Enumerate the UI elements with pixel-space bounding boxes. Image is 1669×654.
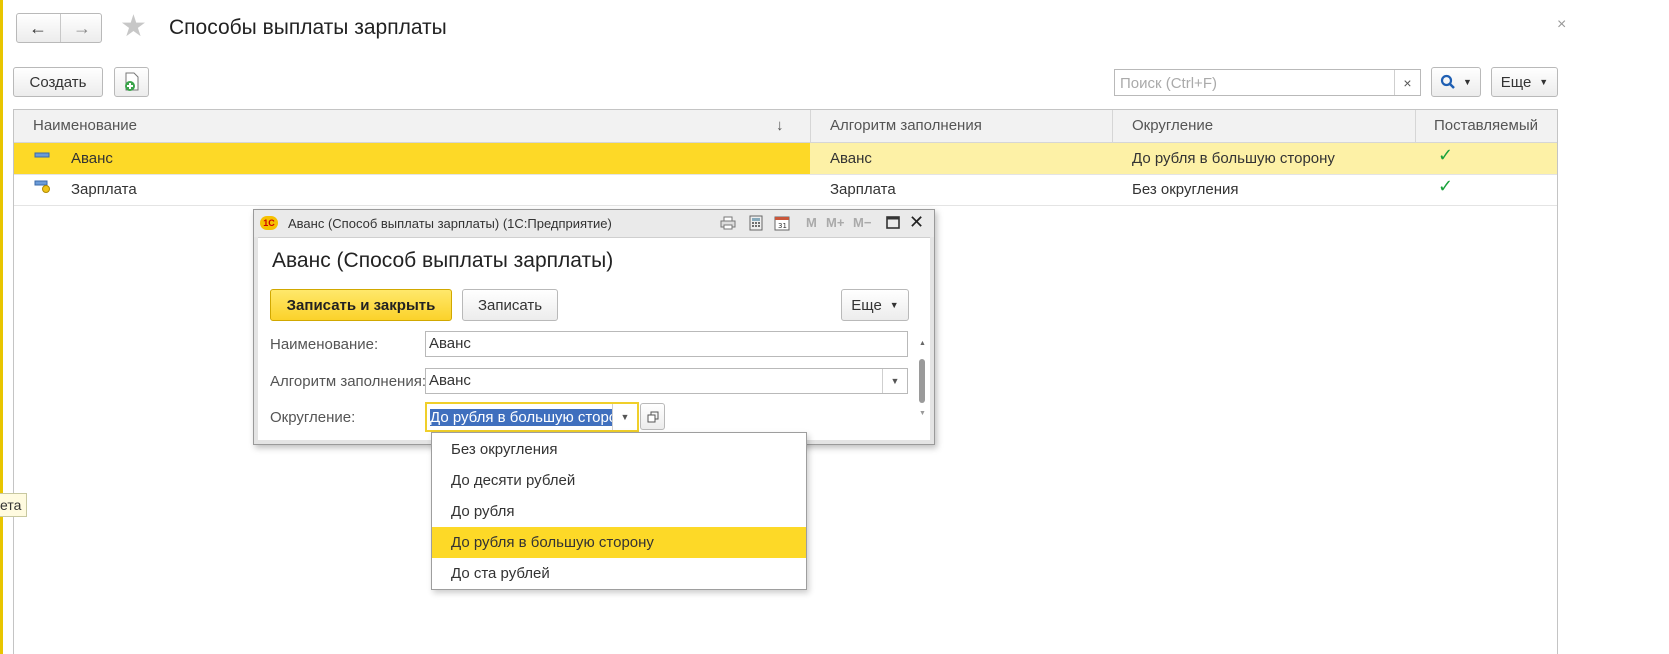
back-button[interactable]: ←	[17, 14, 59, 42]
item-predefined-icon	[34, 174, 52, 205]
arrow-right-icon: →	[73, 17, 91, 38]
algorithm-value: Аванс	[429, 372, 471, 389]
list-item-highlighted[interactable]: До рубля в большую сторону	[432, 527, 806, 558]
calendar-icon[interactable]: 31	[774, 215, 790, 234]
list-item[interactable]: Без округления	[432, 434, 806, 465]
column-header-rounding[interactable]: Округление	[1132, 110, 1213, 142]
tooltip: ета	[0, 493, 28, 517]
scroll-thumb[interactable]	[919, 359, 925, 403]
save-button[interactable]: Записать	[462, 289, 558, 321]
maximize-icon[interactable]	[886, 216, 900, 232]
search-clear-button[interactable]: ×	[1394, 70, 1420, 95]
column-header-name[interactable]: Наименование	[33, 110, 137, 142]
more-label: Еще	[1500, 73, 1532, 91]
dialog-window-title: Аванс (Способ выплаты зарплаты) (1С:Пред…	[288, 216, 612, 231]
chevron-down-icon: ▼	[1463, 77, 1472, 87]
search-field: ×	[1114, 69, 1421, 96]
algorithm-select[interactable]: Аванс ▼	[425, 368, 908, 394]
rounding-dropdown-list: Без округления До десяти рублей До рубля…	[431, 432, 807, 590]
cell-algorithm: Зарплата	[830, 181, 896, 198]
add-copy-button[interactable]	[114, 67, 149, 97]
app-logo: 1С	[260, 216, 278, 230]
open-window-icon	[647, 411, 658, 422]
column-header-algorithm[interactable]: Алгоритм заполнения	[830, 110, 982, 142]
table-row[interactable]: Зарплата Зарплата Без округления ✓	[14, 174, 1557, 206]
search-button[interactable]: ▼	[1431, 67, 1481, 97]
dialog-titlebar: 1С Аванс (Способ выплаты зарплаты) (1С:П…	[254, 210, 934, 238]
forward-button[interactable]: →	[61, 14, 103, 42]
column-divider	[1415, 110, 1416, 142]
column-header-supplied[interactable]: Поставляемый	[1434, 110, 1538, 142]
chevron-down-icon: ▼	[889, 300, 899, 310]
rounding-label: Округление:	[270, 409, 356, 426]
checkmark-icon: ✓	[1438, 145, 1454, 165]
item-icon	[34, 143, 50, 174]
memory-button-m[interactable]: M	[806, 215, 817, 230]
scroll-down-icon[interactable]: ▼	[919, 410, 926, 417]
chevron-down-icon[interactable]: ▼	[612, 404, 637, 430]
open-item-button[interactable]	[640, 403, 665, 430]
print-icon[interactable]	[720, 215, 736, 234]
list-item[interactable]: До ста рублей	[432, 558, 806, 589]
cell-name: Аванс	[71, 150, 113, 167]
rounding-value: До рубля в большую сторо	[430, 409, 618, 426]
table-row[interactable]: Аванс Аванс До рубля в большую сторону ✓	[14, 143, 1557, 175]
name-field[interactable]: Аванс	[425, 331, 908, 357]
save-and-close-button[interactable]: Записать и закрыть	[270, 289, 452, 321]
dialog-scrollbar[interactable]: ▲ ▼	[917, 340, 927, 430]
cell-algorithm: Аванс	[830, 150, 872, 167]
dialog-close-icon[interactable]: ✕	[909, 212, 924, 233]
algorithm-label: Алгоритм заполнения:	[270, 373, 426, 390]
cell-rounding: Без округления	[1132, 181, 1239, 198]
chevron-down-icon[interactable]: ▼	[882, 369, 907, 393]
selected-cell-highlight	[14, 143, 810, 174]
nav-button-group: ← →	[16, 13, 102, 43]
arrow-left-icon: ←	[29, 17, 47, 38]
calculator-icon[interactable]	[749, 215, 763, 234]
checkmark-icon: ✓	[1438, 176, 1454, 196]
table-header: Наименование ↓ Алгоритм заполнения Округ…	[14, 110, 1557, 143]
close-icon[interactable]: ×	[1557, 16, 1566, 34]
list-item[interactable]: До рубля	[432, 496, 806, 527]
column-divider	[1112, 110, 1113, 142]
left-accent-bar	[0, 0, 3, 654]
dialog-more-button[interactable]: Еще ▼	[841, 289, 909, 321]
more-button[interactable]: Еще ▼	[1491, 67, 1558, 97]
chevron-down-icon: ▼	[1539, 77, 1549, 87]
column-divider	[810, 110, 811, 142]
scroll-up-icon[interactable]: ▲	[919, 340, 926, 347]
cell-name: Зарплата	[71, 181, 137, 198]
cell-rounding: До рубля в большую сторону	[1132, 150, 1335, 167]
svg-text:31: 31	[778, 222, 787, 230]
memory-button-m-plus[interactable]: M+	[826, 215, 844, 230]
dialog-heading: Аванс (Способ выплаты зарплаты)	[272, 249, 614, 272]
dialog-more-label: Еще	[851, 296, 882, 314]
star-icon[interactable]: ★	[120, 12, 147, 42]
create-button[interactable]: Создать	[13, 67, 103, 97]
sort-down-icon[interactable]: ↓	[776, 110, 784, 142]
page-title: Способы выплаты зарплаты	[169, 16, 447, 39]
memory-button-m-minus[interactable]: M−	[853, 215, 871, 230]
list-item[interactable]: До десяти рублей	[432, 465, 806, 496]
search-input[interactable]	[1118, 73, 1392, 94]
item-dialog: 1С Аванс (Способ выплаты зарплаты) (1С:П…	[253, 209, 935, 445]
magnifier-icon	[1440, 74, 1455, 89]
rounding-select[interactable]: До рубля в большую сторо ▼	[425, 402, 639, 432]
document-plus-icon	[124, 72, 138, 91]
name-label: Наименование:	[270, 336, 379, 353]
